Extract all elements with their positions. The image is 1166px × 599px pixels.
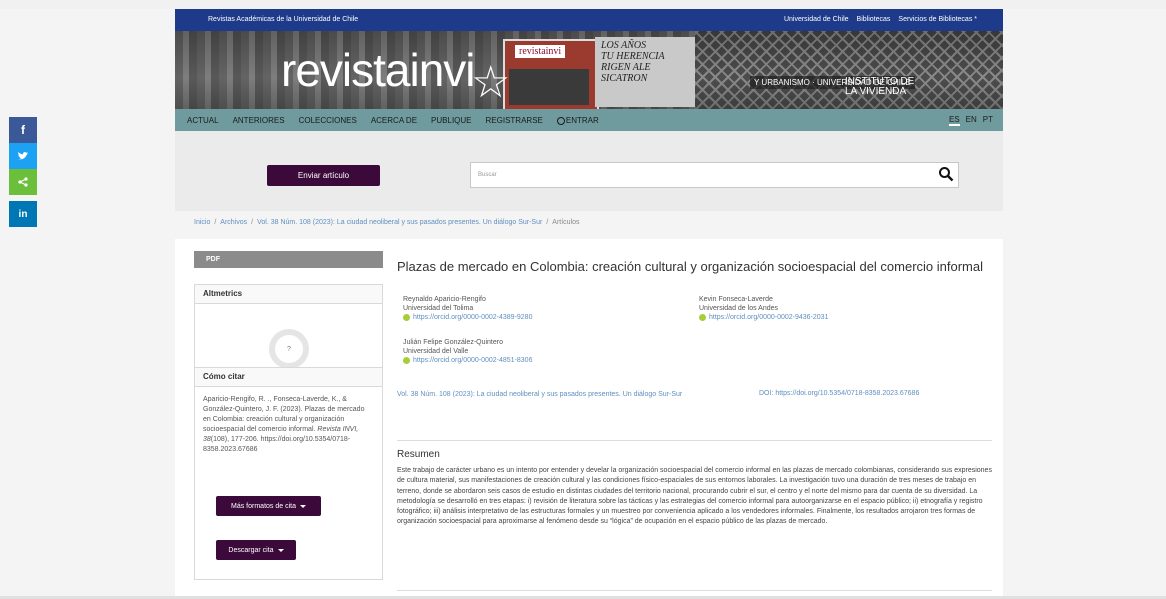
breadcrumb-inicio[interactable]: Inicio [194,219,210,226]
star-icon: ☆ [471,58,511,107]
citation-text: Aparicio-Rengifo, R. ., Fonseca-Laverde,… [203,396,365,453]
lang-pt[interactable]: PT [983,115,993,126]
top-links: Universidad de Chile Bibliotecas Servici… [784,16,977,23]
top-link-bibliotecas[interactable]: Bibliotecas [857,16,891,23]
altmetrics-panel: Altmetrics ? [194,284,383,369]
breadcrumb-current: Artículos [552,219,580,226]
banner-card-image: revistainvi [503,39,599,109]
orcid-icon [403,314,410,321]
user-icon [556,116,565,125]
top-link-servicios[interactable]: Servicios de Bibliotecas * [898,16,977,23]
divider [397,440,992,441]
author-affiliation: Universidad del Valle [403,348,469,355]
browser-top-strip [0,0,1166,9]
search-icon[interactable] [938,166,954,182]
nav-anteriores[interactable]: ANTERIORES [233,116,285,125]
journal-logo: revistainvi [281,44,476,96]
facebook-share-button[interactable]: f [9,117,37,143]
article-title: Plazas de mercado en Colombia: creación … [397,259,984,274]
breadcrumb: Inicio / Archivos / Vol. 38 Núm. 108 (20… [194,219,580,226]
twitter-icon [18,152,28,160]
more-formats-button[interactable]: Más formatos de cita [216,496,321,516]
portal-name[interactable]: Revistas Académicas de la Universidad de… [208,16,358,23]
main-nav: ACTUAL ANTERIORES COLECCIONES ACERCA DE … [175,109,1003,131]
nav-acerca-de[interactable]: ACERCA DE [371,116,417,125]
institute-name: INSTITUTO DE LA VIVIENDA [845,76,915,97]
author-affiliation: Universidad del Tolima [403,305,474,312]
orcid-icon [699,314,706,321]
banner-card-logo: revistainvi [515,45,566,58]
journal-banner[interactable]: revistainvi LOS AÑOS TU HERENCIA RIGEN A… [175,31,1003,109]
search-placeholder: Buscar [478,172,497,178]
orcid-icon [403,357,410,364]
cite-title: Cómo citar [195,368,382,387]
nav-actual[interactable]: ACTUAL [187,116,219,125]
top-link-universidad[interactable]: Universidad de Chile [784,16,849,23]
nav-colecciones[interactable]: COLECCIONES [299,116,357,125]
lang-es[interactable]: ES [948,115,960,126]
abstract-text: Este trabajo de carácter urbano es un in… [397,467,992,526]
altmetric-badge[interactable]: ? [269,329,309,369]
divider [397,590,992,591]
altmetrics-title: Altmetrics [195,285,382,304]
nav-registrarse[interactable]: REGISTRARSE [486,116,543,125]
author-1: Reynaldo Aparicio-Rengifo Universidad de… [403,295,532,322]
nav-login-label: ENTRAR [565,116,599,125]
author-name: Reynaldo Aparicio-Rengifo [403,296,486,303]
issue-link[interactable]: Vol. 38 Núm. 108 (2023): La ciudad neoli… [397,390,727,400]
lang-en[interactable]: EN [966,115,977,126]
language-switcher: ES EN PT [948,115,993,126]
nav-login[interactable]: ENTRAR [556,116,599,125]
author-name: Kevin Fonseca-Laverde [699,296,773,303]
author-affiliation: Universidad de los Andes [699,305,778,312]
search-field[interactable]: Buscar [470,162,959,188]
breadcrumb-issue[interactable]: Vol. 38 Núm. 108 (2023): La ciudad neoli… [257,219,542,226]
doi-link[interactable]: DOI: https://doi.org/10.5354/0718-8358.2… [759,390,919,397]
author-orcid-link[interactable]: https://orcid.org/0000-0002-4389-9280 [403,313,532,322]
twitter-share-button[interactable] [9,143,37,169]
banner-graffiti: LOS AÑOS TU HERENCIA RIGEN ALE SICATRON [595,37,695,107]
author-name: Julián Felipe González-Quintero [403,339,503,346]
breadcrumb-archivos[interactable]: Archivos [220,219,247,226]
author-orcid-link[interactable]: https://orcid.org/0000-0002-9436-2031 [699,313,828,322]
linkedin-share-button[interactable]: in [9,201,37,227]
caret-down-icon [277,548,284,552]
cite-panel: Cómo citar Aparicio-Rengifo, R. ., Fonse… [194,367,383,580]
generic-share-button[interactable] [9,169,37,195]
top-bar: Revistas Académicas de la Universidad de… [175,9,1003,31]
author-orcid-link[interactable]: https://orcid.org/0000-0002-4851-8306 [403,356,532,365]
author-3: Julián Felipe González-Quintero Universi… [403,338,532,365]
author-2: Kevin Fonseca-Laverde Universidad de los… [699,295,828,322]
action-bar: Enviar artículo Buscar [175,131,1003,211]
linkedin-icon: in [18,208,28,220]
nav-publique[interactable]: PUBLIQUE [431,116,471,125]
facebook-icon: f [21,123,25,137]
share-icon [18,177,28,187]
download-citation-button[interactable]: Descargar cita [216,540,296,560]
pdf-button[interactable]: PDF [194,251,383,268]
submit-article-button[interactable]: Enviar artículo [267,165,380,186]
caret-down-icon [299,504,306,508]
abstract-title: Resumen [397,449,440,460]
